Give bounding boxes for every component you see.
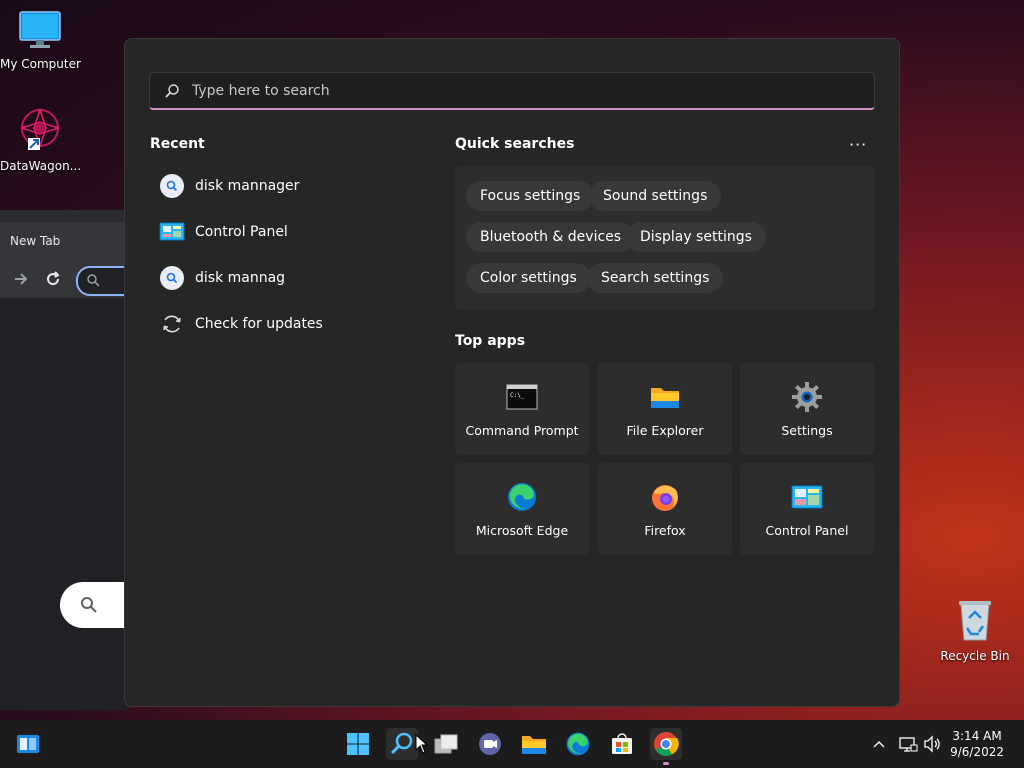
clock-date: 9/6/2022 [950, 745, 1004, 759]
recent-item-control-panel[interactable]: Control Panel [159, 217, 288, 247]
browser-window: New Tab [0, 210, 150, 710]
edge-button[interactable] [562, 728, 594, 760]
clock[interactable]: 3:14 AM 9/6/2022 [950, 728, 1004, 760]
volume-icon[interactable] [922, 734, 942, 754]
desktop-icon-label: DataWagon... [0, 159, 82, 173]
command-prompt-icon: C:\_ [506, 384, 538, 410]
app-firefox[interactable]: Firefox [598, 463, 732, 555]
chrome-icon [654, 732, 679, 757]
app-label: Control Panel [765, 523, 849, 538]
desktop-icon-datawagon[interactable]: DataWagon... [0, 106, 82, 173]
monitor-icon [19, 11, 61, 48]
recent-item-label: Check for updates [195, 316, 323, 332]
chip-focus-settings[interactable]: Focus settings [466, 181, 595, 211]
store-icon [612, 733, 632, 754]
search-button[interactable] [386, 728, 418, 760]
windows-logo-icon [347, 733, 369, 755]
search-icon [160, 174, 184, 198]
desktop-icon-my-computer[interactable]: My Computer [0, 10, 81, 71]
firefox-icon [652, 485, 678, 511]
recent-item-disk-mannag[interactable]: disk mannag [159, 263, 285, 293]
recent-item-check-for-updates[interactable]: Check for updates [159, 309, 323, 339]
widgets-button[interactable] [12, 728, 44, 760]
app-label: Microsoft Edge [475, 523, 569, 538]
widgets-icon [17, 735, 39, 753]
browser-tabbar: New Tab [0, 210, 130, 260]
chrome-button[interactable] [650, 728, 682, 760]
app-settings[interactable]: Settings [740, 363, 874, 455]
search-box[interactable] [149, 72, 875, 110]
recent-item-disk-mannager[interactable]: disk mannager [159, 171, 299, 201]
file-explorer-button[interactable] [518, 728, 550, 760]
recycle-bin-icon [959, 601, 991, 641]
top-apps-title: Top apps [455, 333, 526, 349]
clock-time: 3:14 AM [952, 729, 1002, 743]
start-button[interactable] [342, 728, 374, 760]
recent-item-label: disk mannag [195, 270, 286, 286]
browser-tab-label: New Tab [10, 234, 61, 248]
quick-searches-panel: Focus settings Sound settings Bluetooth … [455, 166, 875, 310]
taskbar: 3:14 AM 9/6/2022 [0, 720, 1024, 768]
task-view-icon [434, 734, 458, 754]
app-control-panel[interactable]: Control Panel [740, 463, 874, 555]
store-button[interactable] [606, 728, 638, 760]
chip-bluetooth-devices[interactable]: Bluetooth & devices [466, 222, 636, 252]
browser-toolbar [0, 260, 140, 298]
task-view-button[interactable] [430, 728, 462, 760]
edge-icon [566, 732, 590, 756]
svg-text:C:\_: C:\_ [510, 392, 525, 399]
search-icon [160, 266, 184, 290]
app-microsoft-edge[interactable]: Microsoft Edge [455, 463, 589, 555]
refresh-icon [163, 315, 181, 333]
start-search-panel: Recent disk mannager Control Panel disk … [124, 38, 900, 707]
recent-title: Recent [150, 136, 205, 152]
recent-item-label: Control Panel [195, 224, 288, 240]
search-input[interactable] [190, 81, 844, 100]
control-panel-icon [791, 485, 823, 509]
settings-gear-icon [792, 382, 822, 412]
app-label: Firefox [644, 523, 686, 538]
app-file-explorer[interactable]: File Explorer [598, 363, 732, 455]
app-label: File Explorer [626, 423, 704, 438]
chip-search-settings[interactable]: Search settings [587, 263, 724, 293]
file-explorer-icon [522, 736, 546, 754]
quick-searches-title: Quick searches [455, 136, 575, 152]
forward-arrow-icon[interactable] [12, 270, 30, 288]
file-explorer-icon [651, 388, 679, 408]
edge-icon [508, 483, 536, 511]
desktop-icon-recycle-bin[interactable]: Recycle Bin [935, 598, 1015, 663]
chip-sound-settings[interactable]: Sound settings [589, 181, 722, 211]
desktop-icon-label: Recycle Bin [940, 649, 1010, 663]
recent-item-label: disk mannager [195, 178, 300, 194]
app-label: Settings [781, 423, 833, 438]
browser-tab[interactable]: New Tab [0, 222, 130, 260]
more-options-icon[interactable]: ··· [849, 135, 867, 154]
network-icon[interactable] [898, 734, 918, 754]
chrome-running-indicator [663, 762, 669, 765]
control-panel-icon [159, 222, 185, 241]
teams-chat-button[interactable] [474, 728, 506, 760]
chevron-up-icon[interactable] [872, 738, 886, 750]
chat-icon [479, 733, 501, 755]
search-icon [87, 274, 100, 287]
datawagon-logo-icon [19, 107, 61, 150]
search-icon [165, 83, 179, 98]
desktop-icon-label: My Computer [0, 57, 81, 71]
search-icon [390, 732, 413, 755]
app-command-prompt[interactable]: C:\_ Command Prompt [455, 363, 589, 455]
app-label: Command Prompt [465, 423, 579, 438]
chip-display-settings[interactable]: Display settings [626, 222, 766, 252]
chip-color-settings[interactable]: Color settings [466, 263, 591, 293]
reload-icon[interactable] [44, 270, 62, 288]
mouse-cursor-icon [415, 734, 429, 754]
search-icon [81, 597, 97, 613]
